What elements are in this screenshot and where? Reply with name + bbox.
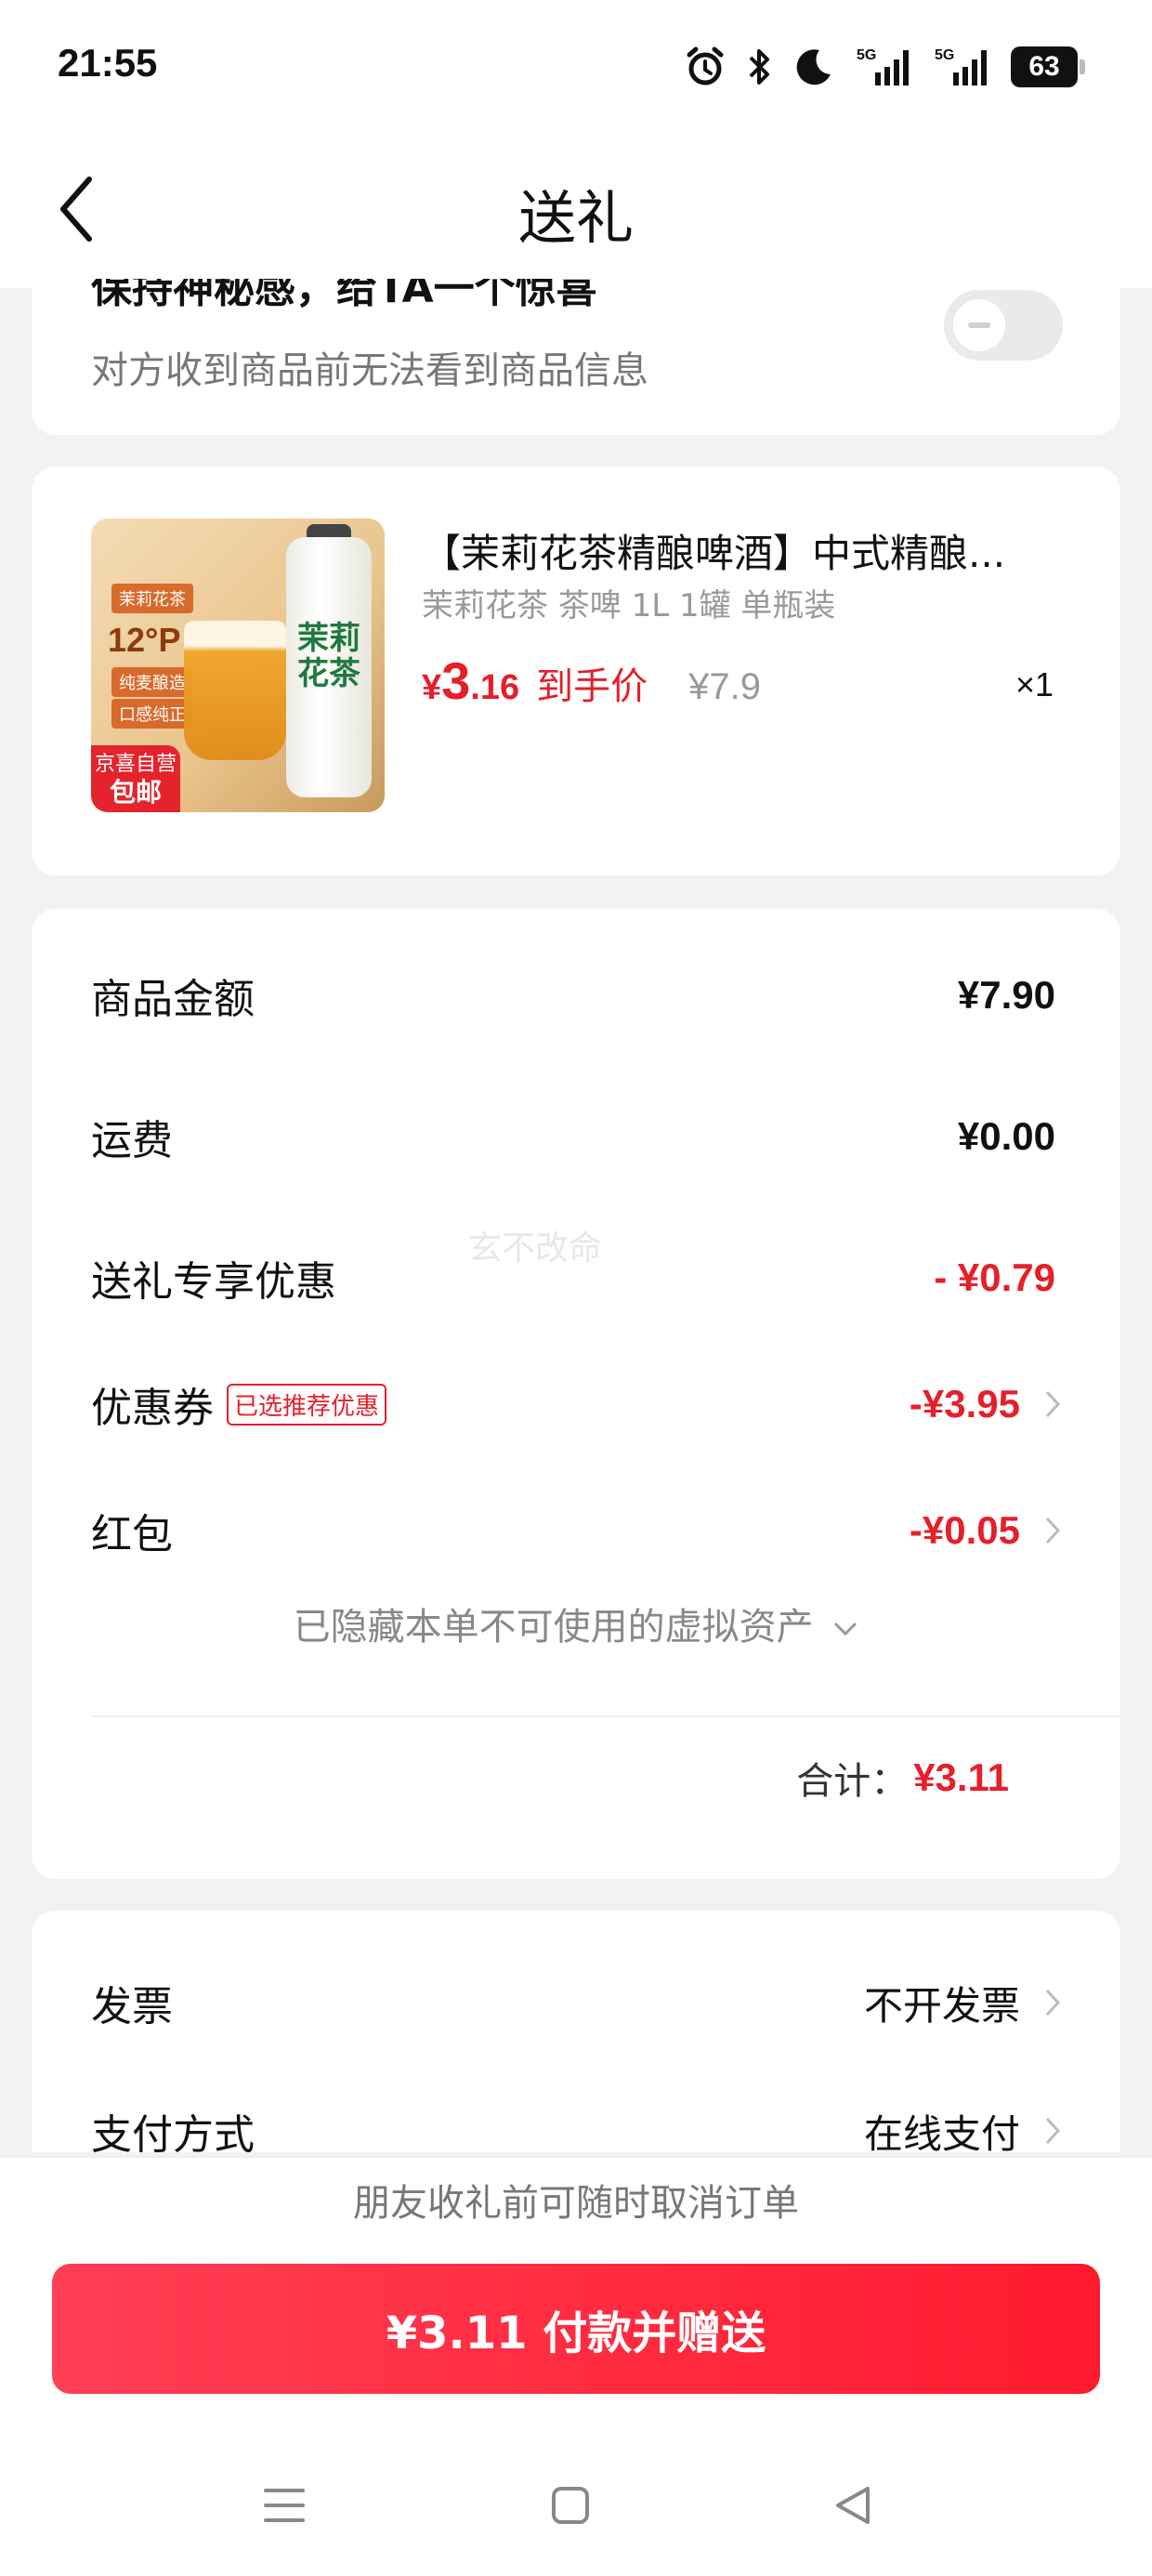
moon-icon xyxy=(796,49,831,85)
image-tag-b: 口感纯正 xyxy=(111,699,193,729)
toggle-knob xyxy=(953,299,1005,351)
secret-title: 保持神秘感，给TA一个惊喜 xyxy=(91,279,597,312)
cost-summary-card: 商品金额 ¥7.90 运费 ¥0.00 送礼专享优惠 - ¥0.79 优惠券 已… xyxy=(32,909,1120,1879)
divider xyxy=(91,1715,1120,1717)
battery-level: 63 xyxy=(1028,51,1060,82)
coupon-value-group: -¥3.95 xyxy=(910,1382,1061,1426)
status-bar: 21:55 5G 5G 63 xyxy=(0,0,1152,139)
5g-signal-icon: 5G xyxy=(935,47,987,85)
menu-icon xyxy=(264,2489,305,2522)
shipping-badge: 京喜自营 包邮 xyxy=(91,745,180,812)
goods-amount-label: 商品金额 xyxy=(91,976,255,1023)
cancel-note: 朋友收礼前可随时取消订单 xyxy=(0,2156,1152,2249)
gift-discount-label: 送礼专享优惠 xyxy=(91,1258,336,1306)
status-time: 21:55 xyxy=(58,41,158,85)
product-spec: 茉莉花茶 茶啤 1L 1罐 单瓶装 xyxy=(422,587,836,624)
secret-subtitle: 对方收到商品前无法看到商品信息 xyxy=(91,349,648,392)
original-price: ¥7.9 xyxy=(688,666,761,707)
chevron-right-icon xyxy=(1045,1390,1061,1418)
badge-line-2: 包邮 xyxy=(109,777,162,808)
price-label: 到手价 xyxy=(536,665,648,708)
red-packet-label: 红包 xyxy=(91,1511,173,1558)
product-card[interactable]: 茉莉花茶 12°P 纯麦酿造 口感纯正 茉莉花茶 京喜自营 包邮 【茉莉花茶精酿… xyxy=(32,467,1120,875)
total-value: ¥3.11 xyxy=(913,1755,1009,1799)
goods-amount-row: 商品金额 ¥7.90 xyxy=(91,963,1055,1028)
image-degree: 12°P xyxy=(108,621,181,659)
red-packet-value: -¥0.05 xyxy=(909,1508,1020,1552)
network-label-1: 5G xyxy=(857,47,876,63)
coupon-label-group: 优惠券 已选推荐优惠 xyxy=(91,1374,387,1434)
home-button[interactable] xyxy=(543,2477,598,2533)
coupon-label: 优惠券 xyxy=(91,1385,214,1432)
chevron-right-icon xyxy=(1045,1989,1061,2017)
product-title[interactable]: 【茉莉花茶精酿啤酒】中式精酿... xyxy=(422,522,1091,579)
total-row: 合计： ¥3.11 xyxy=(796,1751,1009,1805)
coupon-row[interactable]: 优惠券 已选推荐优惠 -¥3.95 xyxy=(91,1372,1061,1437)
image-tag-top: 茉莉花茶 xyxy=(111,584,193,613)
alarm-icon xyxy=(687,46,724,85)
bluetooth-icon xyxy=(749,49,769,85)
watermark: 玄不改命 xyxy=(468,1229,603,1268)
chevron-right-icon xyxy=(1045,1517,1061,1544)
beer-glass-illustration xyxy=(184,621,286,760)
invoice-payment-card: 发票 不开发票 支付方式 在线支付 xyxy=(32,1911,1120,2152)
pay-and-gift-button[interactable]: ¥3.11 付款并赠送 xyxy=(52,2264,1100,2394)
payment-method-row[interactable]: 支付方式 在线支付 xyxy=(91,2098,1061,2152)
invoice-row[interactable]: 发票 不开发票 xyxy=(91,1970,1061,2035)
system-back-button[interactable] xyxy=(825,2477,881,2533)
nav-bar: 送礼 xyxy=(0,139,1152,288)
network-label-2: 5G xyxy=(935,47,954,63)
coupon-value: -¥3.95 xyxy=(909,1382,1020,1426)
final-price: ¥3.16 xyxy=(422,651,520,710)
red-packet-value-group: -¥0.05 xyxy=(910,1508,1061,1553)
payment-method-value-group: 在线支付 xyxy=(863,2103,1061,2153)
coupon-recommend-tag: 已选推荐优惠 xyxy=(227,1383,387,1426)
can-text: 茉莉花茶 xyxy=(297,620,360,692)
chevron-down-icon xyxy=(834,1622,857,1636)
product-quantity: ×1 xyxy=(1015,665,1054,703)
invoice-value: 不开发票 xyxy=(863,1982,1020,2029)
5g-signal-icon: 5G xyxy=(857,47,909,85)
red-packet-row[interactable]: 红包 -¥0.05 xyxy=(91,1498,1061,1563)
system-nav-bar xyxy=(0,2450,1152,2561)
price-row: ¥3.16 到手价 ¥7.9 xyxy=(422,651,761,711)
page-title: 送礼 xyxy=(517,184,634,252)
secret-gift-card: 保持神秘感，给TA一个惊喜 对方收到商品前无法看到商品信息 xyxy=(32,279,1120,435)
hidden-assets-toggle[interactable]: 已隐藏本单不可使用的虚拟资产 xyxy=(32,1597,1120,1650)
goods-amount-value: ¥7.90 xyxy=(957,973,1055,1017)
invoice-value-group: 不开发票 xyxy=(864,1975,1061,2031)
image-tag-a: 纯麦酿造 xyxy=(111,667,193,697)
payment-method-value: 在线支付 xyxy=(863,2110,1020,2153)
secret-toggle[interactable] xyxy=(944,290,1063,361)
battery-icon: 63 xyxy=(1011,46,1085,87)
shipping-value: ¥0.00 xyxy=(957,1114,1055,1158)
badge-line-1: 京喜自营 xyxy=(94,753,177,776)
total-label: 合计： xyxy=(796,1760,909,1803)
chevron-right-icon xyxy=(1045,2117,1061,2145)
invoice-label: 发票 xyxy=(91,1983,173,2031)
status-icons: 5G 5G 63 xyxy=(684,41,1085,93)
menu-button[interactable] xyxy=(256,2477,312,2533)
payment-method-label: 支付方式 xyxy=(91,2111,255,2152)
shipping-row: 运费 ¥0.00 xyxy=(91,1104,1055,1169)
home-square-icon xyxy=(552,2487,589,2524)
hidden-assets-text: 已隐藏本单不可使用的虚拟资产 xyxy=(293,1606,814,1649)
back-triangle-icon xyxy=(836,2487,870,2524)
gift-discount-value: - ¥0.79 xyxy=(934,1255,1055,1299)
product-image[interactable]: 茉莉花茶 12°P 纯麦酿造 口感纯正 茉莉花茶 京喜自营 包邮 xyxy=(91,519,385,812)
shipping-label: 运费 xyxy=(91,1117,173,1164)
